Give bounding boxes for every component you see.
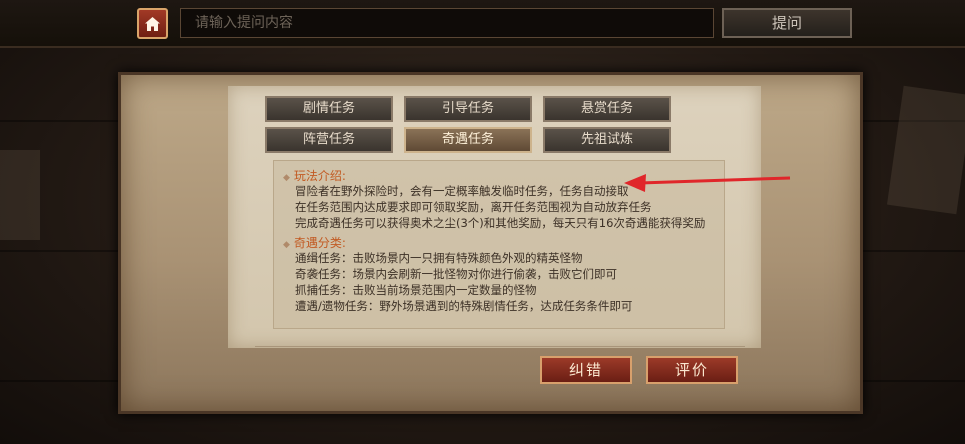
tab-adventure[interactable]: 奇遇任务 xyxy=(404,127,532,153)
tab-ancestor-trial[interactable]: 先祖试炼 xyxy=(543,127,671,153)
background-paper-scrap xyxy=(0,150,40,240)
category-line: 遭遇/遗物任务：野外场景遇到的特殊剧情任务，达成任务条件即可 xyxy=(295,299,633,313)
category-line: 奇袭任务：场景内会刷新一批怪物对你进行偷袭，击败它们即可 xyxy=(295,267,617,281)
diamond-bullet-icon: ◆ xyxy=(283,240,290,250)
home-button[interactable] xyxy=(137,8,168,39)
gameplay-line: 完成奇遇任务可以获得奥术之尘(3个)和其他奖励，每天只有16次奇遇能获得奖励 xyxy=(295,216,706,230)
tab-story[interactable]: 剧情任务 xyxy=(265,96,393,122)
ask-button[interactable]: 提问 xyxy=(722,8,852,38)
category-line: 通缉任务：击败场景内一只拥有特殊颜色外观的精英怪物 xyxy=(295,251,583,265)
top-bar: 请输入提问内容 提问 xyxy=(0,0,965,48)
home-icon xyxy=(145,16,160,31)
report-error-button[interactable]: 纠错 xyxy=(540,356,632,384)
diamond-bullet-icon: ◆ xyxy=(283,173,290,183)
tab-bounty[interactable]: 悬赏任务 xyxy=(543,96,671,122)
question-input-placeholder: 请输入提问内容 xyxy=(195,15,293,31)
section-category-title-text: 奇遇分类: xyxy=(293,236,346,250)
background-paper-scrap xyxy=(886,85,965,215)
question-input[interactable]: 请输入提问内容 xyxy=(180,8,714,38)
section-category-title: ◆ 奇遇分类: xyxy=(283,234,346,251)
gameplay-line: 冒险者在野外探险时，会有一定概率触发临时任务，任务自动接取 xyxy=(295,184,629,198)
rate-button[interactable]: 评价 xyxy=(646,356,738,384)
gameplay-line: 在任务范围内达成要求即可领取奖励，离开任务范围视为自动放弃任务 xyxy=(295,200,652,214)
section-gameplay-title: ◆ 玩法介绍: xyxy=(283,167,346,184)
tab-faction[interactable]: 阵营任务 xyxy=(265,127,393,153)
section-gameplay-title-text: 玩法介绍: xyxy=(293,169,346,183)
divider xyxy=(255,346,745,347)
tab-guide[interactable]: 引导任务 xyxy=(404,96,532,122)
category-line: 抓捕任务：击败当前场景范围内一定数量的怪物 xyxy=(295,283,537,297)
